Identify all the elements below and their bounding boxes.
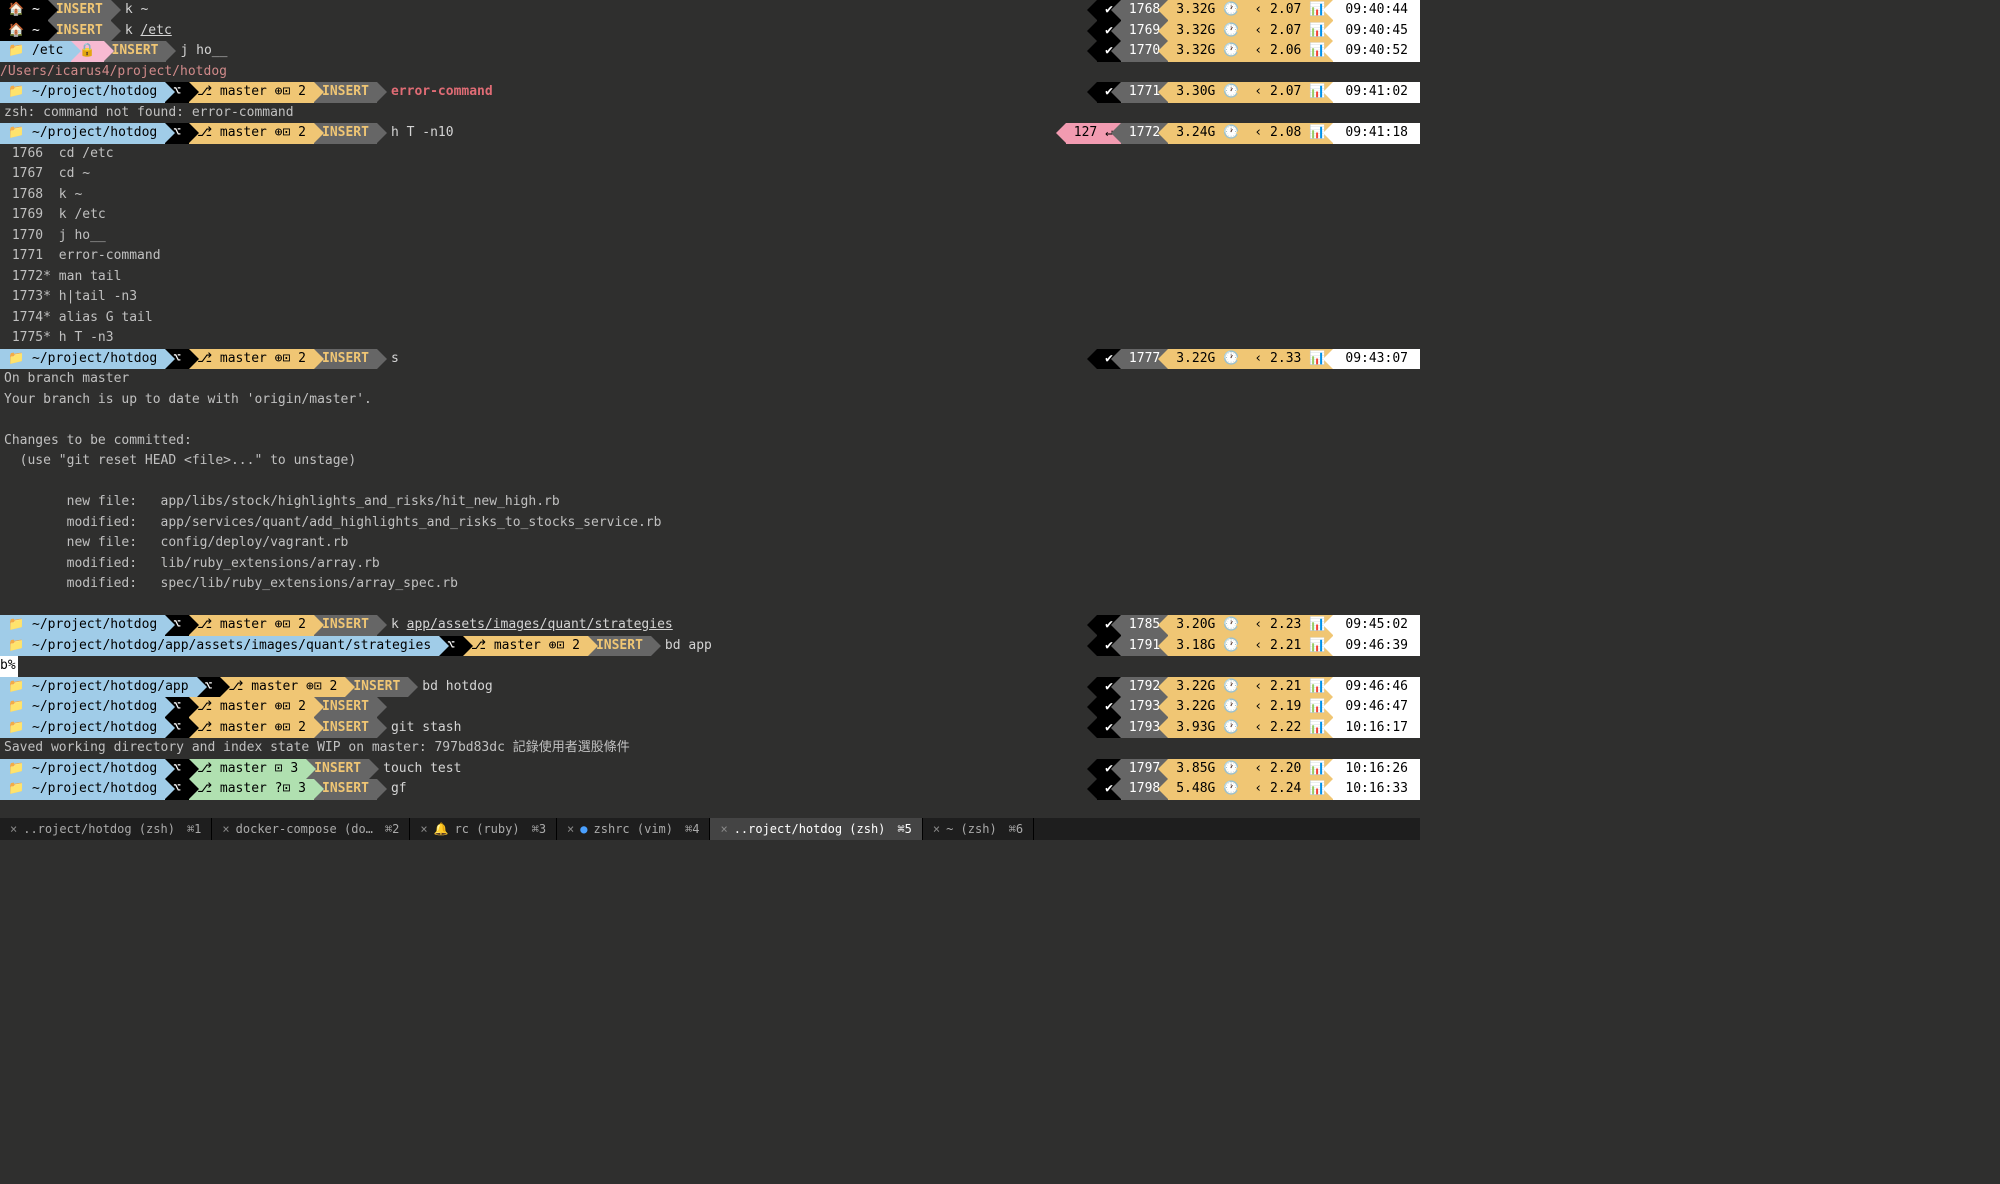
- status-line: Your branch is up to date with 'origin/m…: [0, 390, 1420, 411]
- dot-icon: ●: [580, 822, 587, 836]
- close-icon[interactable]: ×: [222, 822, 229, 836]
- tab[interactable]: × ..roject/hotdog (zsh) ⌘5: [710, 818, 922, 840]
- status-line: [0, 410, 1420, 431]
- tab-shortcut: ⌘6: [1009, 822, 1023, 836]
- status-line: modified: app/services/quant/add_highlig…: [0, 513, 1420, 534]
- tab[interactable]: × ..roject/hotdog (zsh) ⌘1: [0, 818, 212, 840]
- prompt-line: 📁 /etc 🔒 INSERT j ho__ ✔ 1770 3.32G 🕐 ‹ …: [0, 41, 1420, 62]
- tab-shortcut: ⌘4: [685, 822, 699, 836]
- history-line: 1772* man tail: [0, 267, 1420, 288]
- tab-shortcut: ⌘1: [187, 822, 201, 836]
- output-line: /Users/icarus4/project/hotdog: [0, 62, 1420, 83]
- prompt-line: 📁 ~/project/hotdog ⌥ ⎇ master ⊕⊡ 2 INSER…: [0, 718, 1420, 739]
- status-line: (use "git reset HEAD <file>..." to unsta…: [0, 451, 1420, 472]
- status-line: modified: lib/ruby_extensions/array.rb: [0, 554, 1420, 575]
- prompt-line: 🏠 ~ INSERT k ~ ✔ 1768 3.32G 🕐 ‹ 2.07 📊 0…: [0, 0, 1420, 21]
- tab-bar: × ..roject/hotdog (zsh) ⌘1 × docker-compose …: [0, 818, 1420, 840]
- branch-clean-badge: ⎇ master ⊡ 3: [189, 759, 306, 780]
- folder-icon: 📁 /etc: [0, 41, 71, 62]
- tab-label: rc (ruby): [455, 822, 520, 836]
- history-line: 1767 cd ~: [0, 164, 1420, 185]
- status-line: new file: config/deploy/vagrant.rb: [0, 533, 1420, 554]
- prompt-line: 📁 ~/project/hotdog ⌥ ⎇ master ⊕⊡ 2 INSER…: [0, 615, 1420, 636]
- history-line: 1766 cd /etc: [0, 144, 1420, 165]
- tab-label: ~ (zsh): [946, 822, 997, 836]
- tab[interactable]: × docker-compose (do… ⌘2: [212, 818, 410, 840]
- tab-shortcut: ⌘5: [897, 822, 911, 836]
- prompt-line: 📁 ~/project/hotdog ⌥ ⎇ master ⊕⊡ 2 INSER…: [0, 123, 1420, 144]
- prompt-line: 📁 ~/project/hotdog/app/assets/images/qua…: [0, 636, 1420, 657]
- close-icon[interactable]: ×: [420, 822, 427, 836]
- prompt-line: 📁 ~/project/hotdog ⌥ ⎇ master ⊕⊡ 2 INSER…: [0, 349, 1420, 370]
- terminal-output[interactable]: 🏠 ~ INSERT k ~ ✔ 1768 3.32G 🕐 ‹ 2.07 📊 0…: [0, 0, 1420, 800]
- cpu-badge: ‹ 2.07 📊: [1246, 0, 1333, 21]
- prompt-line: 📁 ~/project/hotdog/app ⌥ ⎇ master ⊕⊡ 2 I…: [0, 677, 1420, 698]
- history-line: 1774* alias G tail: [0, 308, 1420, 329]
- tab-label: ..roject/hotdog (zsh): [734, 822, 886, 836]
- prompt-line: 📁 ~/project/hotdog ⌥ ⎇ master ⊕⊡ 2 INSER…: [0, 697, 1420, 718]
- status-line: [0, 595, 1420, 616]
- tab-label: zshrc (vim): [594, 822, 673, 836]
- history-line: 1770 j ho__: [0, 226, 1420, 247]
- prompt-line: 📁 ~/project/hotdog ⌥ ⎇ master ⊡ 3 INSERT…: [0, 759, 1420, 780]
- home-icon: 🏠 ~: [0, 0, 48, 21]
- tab-label: ..roject/hotdog (zsh): [23, 822, 175, 836]
- prompt-line: 📁 ~/project/hotdog ⌥ ⎇ master ?⊡ 3 INSER…: [0, 779, 1420, 800]
- history-line: 1771 error-command: [0, 246, 1420, 267]
- history-line: 1769 k /etc: [0, 205, 1420, 226]
- prompt-line: 📁 ~/project/hotdog ⌥ ⎇ master ⊕⊡ 2 INSER…: [0, 82, 1420, 103]
- prompt-line: 🏠 ~ INSERT k /etc ✔ 1769 3.32G 🕐 ‹ 2.07 …: [0, 21, 1420, 42]
- time-badge: 09:40:44: [1333, 0, 1420, 21]
- status-line: On branch master: [0, 369, 1420, 390]
- tab[interactable]: × ● zshrc (vim) ⌘4: [557, 818, 710, 840]
- bell-icon: 🔔: [434, 822, 449, 836]
- output-line: zsh: command not found: error-command: [0, 103, 1420, 124]
- history-line: 1773* h|tail -n3: [0, 287, 1420, 308]
- status-line: modified: spec/lib/ruby_extensions/array…: [0, 574, 1420, 595]
- output-line: Saved working directory and index state …: [0, 738, 1420, 759]
- command-text: error-command: [377, 82, 493, 103]
- tab-shortcut: ⌘2: [385, 822, 399, 836]
- output-line: b%: [0, 656, 18, 677]
- tab[interactable]: × 🔔 rc (ruby) ⌘3: [410, 818, 557, 840]
- status-line: [0, 472, 1420, 493]
- tab-label: docker-compose (do…: [236, 822, 373, 836]
- history-line: 1768 k ~: [0, 185, 1420, 206]
- branch-badge: ⎇ master ⊕⊡ 2: [189, 82, 314, 103]
- tab[interactable]: × ~ (zsh) ⌘6: [923, 818, 1034, 840]
- close-icon[interactable]: ×: [10, 822, 17, 836]
- close-icon[interactable]: ×: [567, 822, 574, 836]
- status-line: new file: app/libs/stock/highlights_and_…: [0, 492, 1420, 513]
- close-icon[interactable]: ×: [720, 822, 727, 836]
- tab-shortcut: ⌘3: [532, 822, 546, 836]
- status-line: Changes to be committed:: [0, 431, 1420, 452]
- close-icon[interactable]: ×: [933, 822, 940, 836]
- history-line: 1775* h T -n3: [0, 328, 1420, 349]
